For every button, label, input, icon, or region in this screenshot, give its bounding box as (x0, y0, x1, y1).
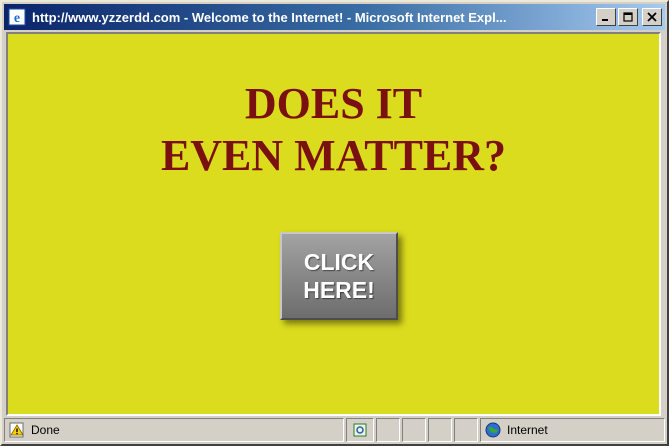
status-pane-icon (346, 418, 374, 442)
page-content: DOES IT EVEN MATTER? CLICK HERE! (6, 32, 661, 416)
page-icon (353, 423, 367, 437)
status-pane-main: Done (4, 418, 344, 442)
title-bar[interactable]: e http://www.yzzerdd.com - Welcome to th… (4, 4, 665, 30)
maximize-icon (623, 12, 633, 22)
headline-line-1: DOES IT (244, 79, 423, 128)
status-text: Done (31, 423, 60, 437)
warning-page-icon (9, 422, 24, 438)
minimize-icon (602, 19, 608, 21)
window-title: http://www.yzzerdd.com - Welcome to the … (32, 9, 507, 25)
status-pane-empty-1 (376, 418, 400, 442)
svg-text:e: e (14, 11, 20, 26)
status-pane-empty-2 (402, 418, 426, 442)
click-here-button[interactable]: CLICK HERE! (280, 232, 398, 320)
browser-window: e http://www.yzzerdd.com - Welcome to th… (0, 0, 669, 446)
close-button[interactable] (642, 8, 662, 26)
click-button-line-1: CLICK (303, 249, 375, 275)
close-icon (647, 12, 657, 22)
page-headline: DOES IT EVEN MATTER? (8, 78, 659, 182)
click-button-line-2: HERE! (303, 277, 375, 303)
status-pane-empty-4 (454, 418, 478, 442)
status-bar: Done Internet (4, 418, 665, 442)
window-controls (596, 8, 662, 26)
zone-label: Internet (507, 423, 548, 437)
headline-line-2: EVEN MATTER? (160, 131, 507, 180)
ie-logo-icon: e (8, 8, 26, 26)
status-pane-empty-3 (428, 418, 452, 442)
minimize-button[interactable] (596, 8, 616, 26)
status-pane-zone: Internet (480, 418, 665, 442)
maximize-button[interactable] (618, 8, 638, 26)
globe-icon (485, 422, 501, 438)
